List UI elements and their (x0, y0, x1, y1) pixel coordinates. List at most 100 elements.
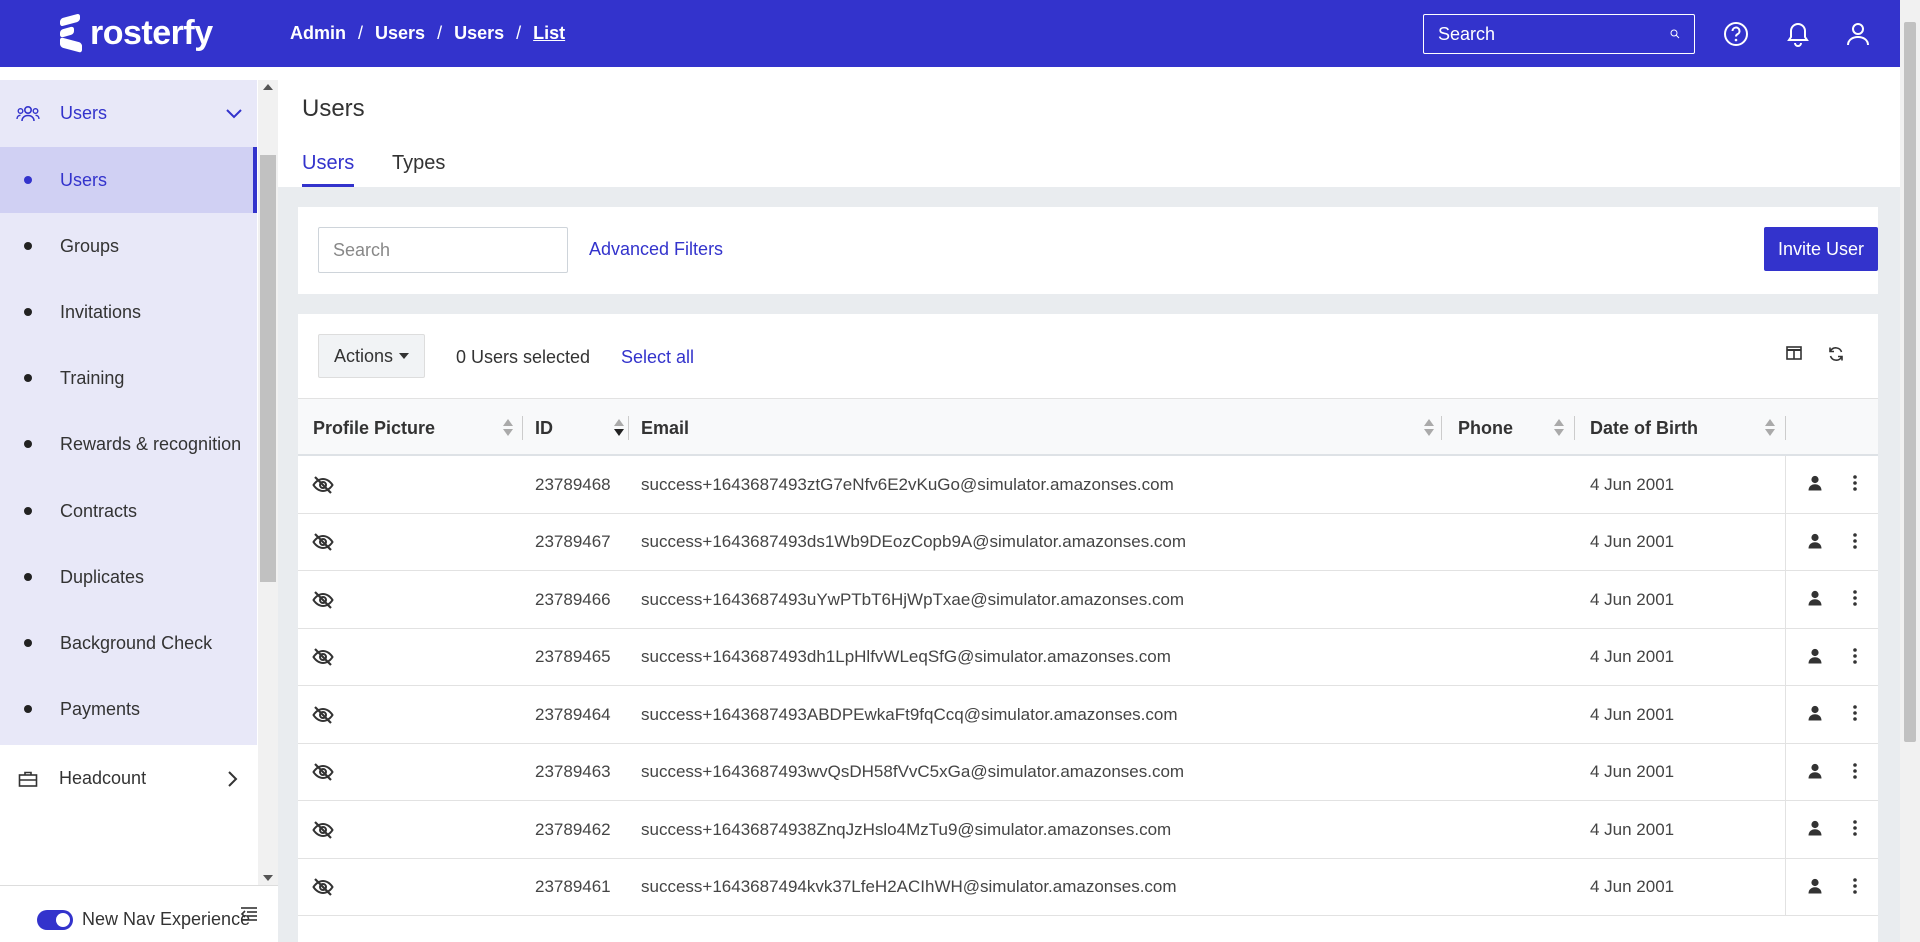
tab-users[interactable]: Users (302, 152, 355, 187)
user-profile-icon[interactable] (1808, 820, 1822, 836)
select-all-link[interactable]: Select all (621, 347, 694, 368)
cell-date-of-birth: 4 Jun 2001 (1590, 704, 1675, 724)
user-profile-icon[interactable] (1808, 533, 1822, 549)
refresh-icon[interactable] (1828, 346, 1844, 362)
eye-slash-icon (312, 801, 334, 858)
cell-email: success+1643687493ztG7eNfv6E2vKuGo@simul… (641, 474, 1174, 494)
user-profile-icon[interactable] (1808, 648, 1822, 664)
sidebar-item-label: Contracts (60, 500, 138, 521)
cell-date-of-birth: 4 Jun 2001 (1590, 877, 1675, 896)
column-separator (522, 416, 523, 440)
column-header-date-of-birth[interactable]: Date of Birth (1590, 399, 1698, 457)
collapse-sidebar-icon[interactable] (240, 906, 258, 927)
sidebar-item-groups[interactable]: Groups (0, 213, 257, 279)
sidebar-item-users[interactable]: Users (0, 147, 257, 213)
advanced-filters-link[interactable]: Advanced Filters (589, 239, 723, 260)
scroll-up-icon[interactable] (263, 84, 273, 90)
sort-icon[interactable] (1554, 419, 1564, 437)
list-search-input[interactable] (333, 239, 565, 261)
table-row[interactable]: 23789462 success+16436874938ZnqJzHslo4Mz… (298, 801, 1878, 859)
search-icon[interactable] (1670, 24, 1680, 44)
sidebar-scrollbar-thumb[interactable] (260, 155, 276, 582)
bullet-icon (24, 242, 32, 250)
more-vertical-icon[interactable] (1852, 475, 1858, 491)
user-profile-icon[interactable] (1808, 475, 1822, 491)
user-profile-icon[interactable] (1808, 705, 1822, 721)
sidebar-item-headcount[interactable]: Headcount (0, 745, 257, 812)
user-profile-icon[interactable] (1808, 763, 1822, 779)
more-vertical-icon[interactable] (1852, 647, 1858, 664)
table-row[interactable]: 23789463 success+1643687493wvQsDH58fVvC5… (298, 743, 1878, 801)
user-icon[interactable] (1843, 19, 1873, 49)
breadcrumb-item[interactable]: Admin (290, 23, 346, 44)
table-row[interactable]: 23789464 success+1643687493ABDPEwkaFt9fq… (298, 686, 1878, 744)
eye-slash-icon (312, 456, 334, 513)
tab-types[interactable]: Types (392, 152, 445, 187)
breadcrumb-item[interactable]: Users (454, 23, 504, 44)
invite-user-button[interactable]: Invite User (1764, 227, 1878, 271)
actions-label: Actions (333, 345, 394, 366)
cell-date-of-birth: 4 Jun 2001 (1590, 819, 1675, 839)
sidebar-scrollbar[interactable] (258, 80, 278, 885)
table-row[interactable]: 23789461 success+1643687494kvk37LfeH2ACI… (298, 858, 1878, 916)
sidebar-item-training[interactable]: Training (0, 345, 257, 411)
more-vertical-icon[interactable] (1852, 590, 1858, 606)
row-actions (1785, 743, 1878, 801)
table-row[interactable]: 23789468 success+1643687493ztG7eNfv6E2vK… (298, 456, 1878, 514)
logo[interactable]: rosterfy (58, 12, 290, 54)
column-header-profile-picture[interactable]: Profile Picture (313, 399, 435, 457)
table-row[interactable]: 23789467 success+1643687493ds1Wb9DEozCop… (298, 513, 1878, 571)
sidebar-item-invitations[interactable]: Invitations (0, 279, 257, 345)
sidebar-group-header[interactable]: Users (0, 80, 257, 147)
column-header-email[interactable]: Email (641, 399, 689, 457)
bell-icon[interactable] (1783, 19, 1813, 49)
breadcrumb-separator: / (358, 23, 364, 43)
chevron-right-icon[interactable] (228, 770, 238, 787)
sidebar-item-label: Rewards & recognition (60, 433, 242, 454)
sort-icon[interactable] (1765, 419, 1775, 437)
users-table-card: Actions 0 Users selected Select all Prof… (298, 314, 1878, 942)
window-scrollbar[interactable] (1900, 0, 1920, 942)
actions-dropdown-button[interactable]: Actions (318, 334, 425, 378)
global-search-input[interactable] (1438, 23, 1670, 45)
help-circle-icon[interactable] (1721, 19, 1751, 49)
sidebar-item-duplicates[interactable]: Duplicates (0, 544, 257, 610)
column-header-id[interactable]: ID (535, 399, 553, 457)
more-vertical-icon[interactable] (1852, 820, 1858, 836)
global-search[interactable] (1423, 14, 1695, 54)
list-search[interactable] (318, 227, 568, 273)
table-row[interactable]: 23789466 success+1643687493uYwPTbT6HjWpT… (298, 571, 1878, 629)
more-vertical-icon[interactable] (1852, 762, 1858, 779)
sort-icon[interactable] (503, 419, 513, 437)
sidebar-item-rewards[interactable]: Rewards & recognition (0, 411, 257, 477)
columns-icon[interactable] (1786, 346, 1802, 360)
new-nav-toggle[interactable] (37, 909, 73, 930)
breadcrumb-current[interactable]: List (533, 23, 565, 44)
sidebar-item-payments[interactable]: Payments (0, 676, 257, 742)
eye-slash-icon (312, 514, 334, 571)
sidebar-item-label: Groups (60, 235, 120, 256)
user-profile-icon[interactable] (1808, 590, 1822, 606)
table-row[interactable]: 23789465 success+1643687493dh1LpHlfvWLeq… (298, 628, 1878, 686)
more-vertical-icon[interactable] (1852, 532, 1858, 549)
column-header-phone[interactable]: Phone (1458, 399, 1513, 457)
cell-id: 23789466 (535, 589, 611, 609)
scroll-down-icon[interactable] (263, 875, 273, 881)
sidebar-item-background-check[interactable]: Background Check (0, 610, 257, 676)
breadcrumb-item[interactable]: Users (375, 23, 425, 44)
cell-id: 23789462 (535, 819, 611, 839)
sidebar-item-contracts[interactable]: Contracts (0, 478, 257, 544)
user-profile-icon[interactable] (1808, 878, 1822, 894)
chevron-down-icon[interactable] (226, 108, 242, 119)
more-vertical-icon[interactable] (1852, 877, 1858, 894)
sort-desc-icon[interactable] (614, 419, 624, 437)
cell-email: success+1643687494kvk37LfeH2ACIhWH@simul… (641, 877, 1177, 896)
window-scrollbar-thumb[interactable] (1904, 22, 1916, 742)
more-vertical-icon[interactable] (1852, 705, 1858, 721)
users-group-icon (16, 105, 40, 121)
sidebar-group-label: Users (60, 103, 108, 123)
selected-count: 0 Users selected (456, 347, 591, 367)
sort-icon[interactable] (1424, 419, 1434, 437)
column-separator (628, 416, 629, 440)
cell-date-of-birth: 4 Jun 2001 (1590, 647, 1675, 666)
